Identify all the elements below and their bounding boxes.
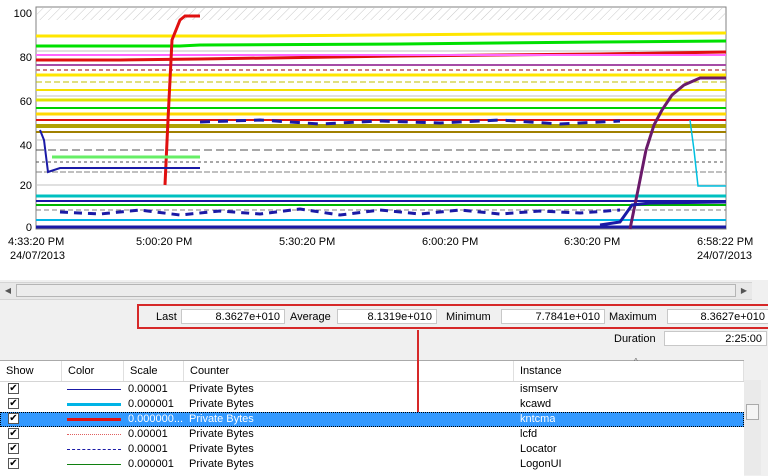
scale-cell: 0.00001 [128,383,168,395]
table-row[interactable]: ✔ 0.000001 Private Bytes kcawd [0,397,744,412]
x-tick-4: 6:00:20 PM [422,236,479,248]
column-header-instance[interactable]: Instance [514,361,744,381]
maximum-value: 8.3627e+010 [667,309,768,324]
y-tick-80: 80 [19,52,32,64]
scale-cell: 0.00001 [128,428,168,440]
counter-cell: Private Bytes [189,428,254,440]
color-swatch [67,464,121,465]
color-swatch [67,449,121,450]
column-header-color[interactable]: Color [62,361,124,381]
x-tick-end: 6:58:22 PM [697,236,754,248]
counter-cell: Private Bytes [189,413,254,425]
duration-value: 2:25:00 [664,331,767,346]
y-tick-40: 40 [19,140,32,152]
instance-cell: ismserv [520,383,558,395]
scale-cell: 0.000001 [128,458,174,470]
minimum-label: Minimum [446,311,491,323]
show-checkbox[interactable]: ✔ [8,398,19,409]
column-header-show[interactable]: Show [0,361,62,381]
column-header-scale[interactable]: Scale [124,361,184,381]
table-row[interactable]: ✔ 0.00001 Private Bytes Locator [0,442,744,457]
graph-canvas [35,6,727,230]
hatched-region [37,8,725,20]
start-date: 24/07/2013 [10,250,66,262]
show-checkbox[interactable]: ✔ [8,428,19,439]
horizontal-scrollbar[interactable]: ◀ ▶ [0,282,752,300]
y-tick-0: 0 [25,222,32,234]
last-value: 8.3627e+010 [181,309,285,324]
counter-table: Show Color Scale Counter Instance ^ ✔ 0.… [0,357,744,476]
counter-cell: Private Bytes [189,458,254,470]
minimum-value: 7.7841e+010 [501,309,605,324]
scale-cell: 0.00001 [128,443,168,455]
annotation-connector [417,330,419,412]
duration-label: Duration [614,333,656,345]
y-tick-20: 20 [19,180,32,192]
show-checkbox[interactable]: ✔ [8,383,19,394]
instance-cell: kcawd [520,398,552,410]
scale-cell: 0.000000... [128,413,184,425]
table-header: Show Color Scale Counter Instance ^ [0,357,744,382]
average-value: 8.1319e+010 [337,309,437,324]
table-row[interactable]: ✔ 0.000001 Private Bytes LogonUI [0,457,744,472]
performance-graph: 100 80 60 40 20 0 4:33:20 PM 5:00:20 PM … [0,0,768,280]
color-swatch [67,403,121,406]
scroll-left-icon[interactable]: ◀ [0,283,16,299]
x-tick-3: 5:30:20 PM [279,236,336,248]
table-row[interactable]: ✔ 0.00001 Private Bytes ismserv [0,382,744,397]
instance-cell: lcfd [520,428,538,440]
table-row-selected[interactable]: ✔ 0.000000... Private Bytes kntcma [0,412,744,427]
table-row[interactable]: ✔ 0.00001 Private Bytes lcfd [0,427,744,442]
end-date: 24/07/2013 [697,250,753,262]
counter-cell: Private Bytes [189,398,254,410]
y-tick-60: 60 [19,96,32,108]
statistics-bar: Last 8.3627e+010 Average 8.1319e+010 Min… [137,304,768,329]
average-label: Average [290,311,331,323]
color-swatch [67,434,121,435]
instance-cell: LogonUI [520,458,562,470]
sort-ascending-icon: ^ [634,357,638,366]
x-tick-5: 6:30:20 PM [564,236,621,248]
y-tick-100: 100 [13,8,32,20]
column-header-counter[interactable]: Counter [184,361,514,381]
counter-cell: Private Bytes [189,443,254,455]
vertical-scrollbar-thumb[interactable] [746,404,759,420]
show-checkbox[interactable]: ✔ [8,443,19,454]
x-tick-2: 5:00:20 PM [136,236,193,248]
scroll-right-icon[interactable]: ▶ [736,283,752,299]
show-checkbox[interactable]: ✔ [8,458,19,469]
counter-cell: Private Bytes [189,383,254,395]
scale-cell: 0.000001 [128,398,174,410]
scrollbar-thumb[interactable] [16,284,736,297]
vertical-scrollbar[interactable] [744,380,761,475]
instance-cell: kntcma [520,413,556,425]
last-label: Last [156,311,177,323]
x-tick-start: 4:33:20 PM [8,236,65,248]
color-swatch [67,418,121,421]
instance-cell: Locator [520,443,557,455]
color-swatch [67,389,121,390]
maximum-label: Maximum [609,311,657,323]
show-checkbox[interactable]: ✔ [8,413,19,424]
